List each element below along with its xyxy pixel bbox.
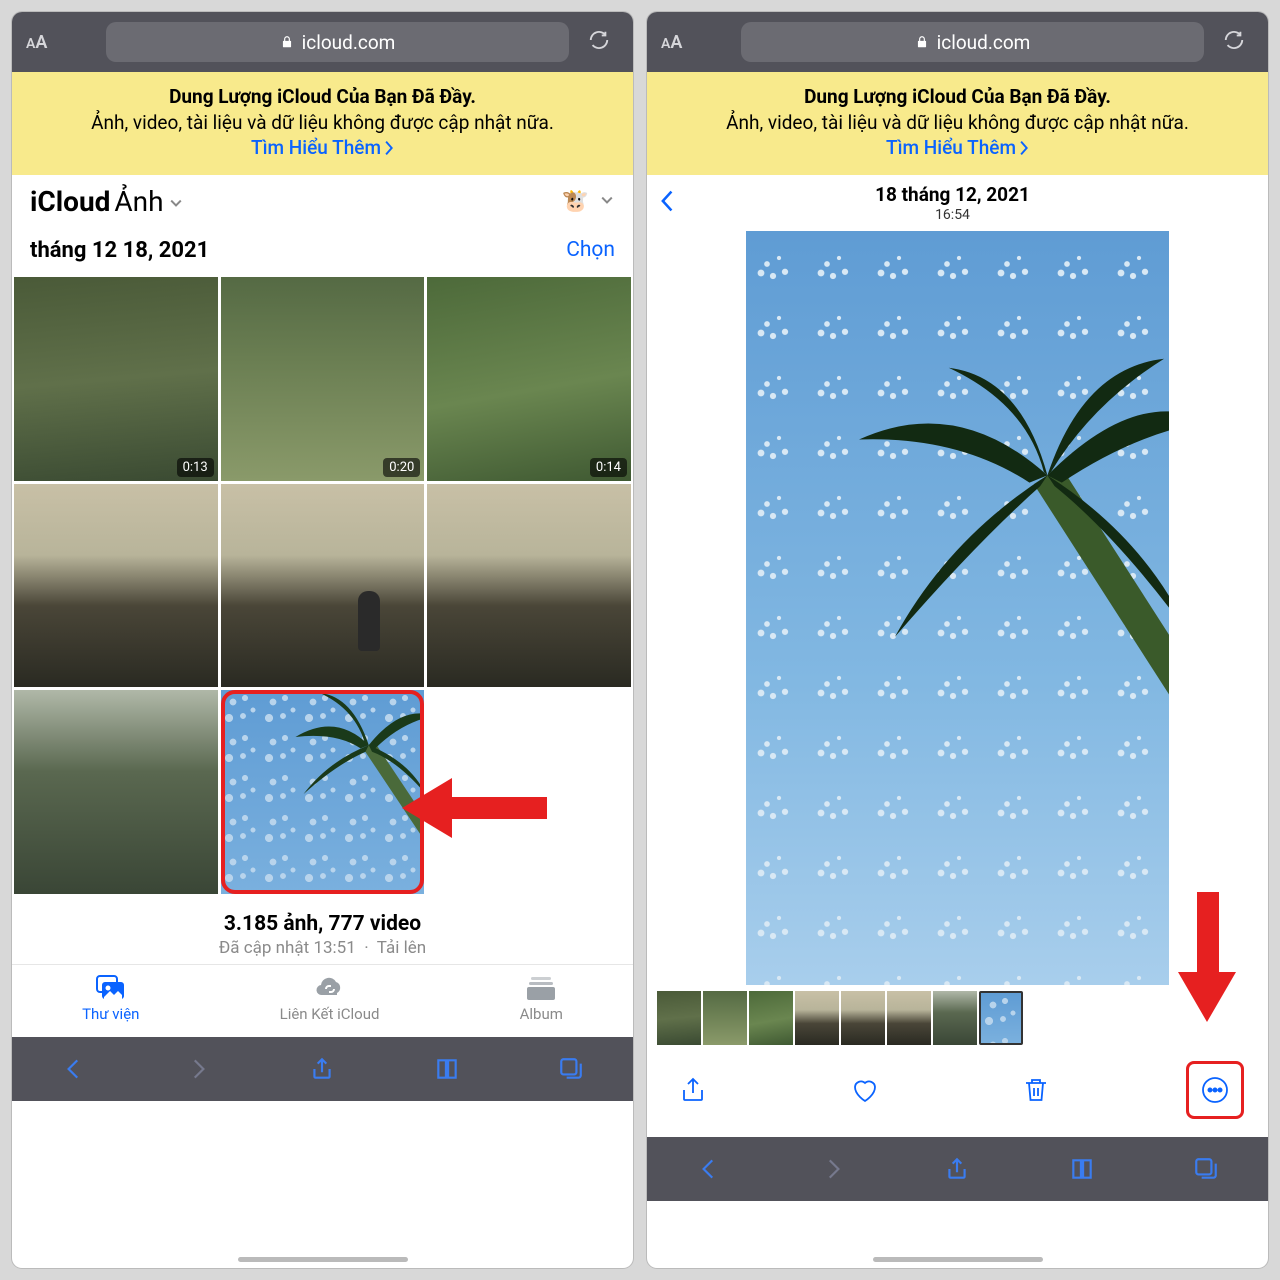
avatar-icon: 🐮 xyxy=(562,189,589,214)
nav-forward-button[interactable] xyxy=(178,1049,218,1089)
photo-thumb[interactable] xyxy=(14,690,218,894)
safari-url-bar: AA icloud.com xyxy=(647,12,1268,72)
filmstrip-thumb[interactable] xyxy=(933,991,977,1045)
banner-title: Dung Lượng iCloud Của Bạn Đã Đầy. xyxy=(667,84,1248,110)
photo-date: 18 tháng 12, 2021 xyxy=(685,183,1220,206)
photo-action-bar xyxy=(647,1047,1268,1137)
photo-thumb[interactable] xyxy=(221,690,425,894)
bookmarks-button[interactable] xyxy=(1062,1149,1102,1189)
lock-icon xyxy=(915,31,929,54)
share-button[interactable] xyxy=(937,1149,977,1189)
home-indicator xyxy=(873,1257,1043,1262)
safari-url-bar: AA icloud.com xyxy=(12,12,633,72)
banner-body: Ảnh, video, tài liệu và dữ liệu không đư… xyxy=(32,110,613,136)
storage-full-banner: Dung Lượng iCloud Của Bạn Đã Đầy. Ảnh, v… xyxy=(647,72,1268,175)
library-title-dropdown[interactable]: iCloud Ảnh xyxy=(30,185,184,218)
filmstrip-thumb[interactable] xyxy=(657,991,701,1045)
url-text: icloud.com xyxy=(302,31,396,54)
date-header-row: tháng 12 18, 2021 Chọn xyxy=(12,228,633,277)
url-field[interactable]: icloud.com xyxy=(741,22,1204,62)
share-button[interactable] xyxy=(671,1068,715,1112)
phone-right: AA icloud.com Dung Lượng iCloud Của Bạn … xyxy=(647,12,1268,1268)
tabs-button[interactable] xyxy=(551,1049,591,1089)
account-switcher[interactable]: 🐮 xyxy=(562,189,615,214)
storage-full-banner: Dung Lượng iCloud Của Bạn Đã Đầy. Ảnh, v… xyxy=(12,72,633,175)
tab-icloud-links[interactable]: Liên Kết iCloud xyxy=(280,975,380,1023)
duration-badge: 0:13 xyxy=(177,458,214,477)
url-text: icloud.com xyxy=(937,31,1031,54)
counts-text: 3.185 ảnh, 777 video xyxy=(22,912,623,936)
photo-thumb[interactable] xyxy=(14,484,218,688)
chevron-down-icon xyxy=(168,185,184,218)
duration-badge: 0:14 xyxy=(590,458,627,477)
learn-more-link[interactable]: Tìm Hiểu Thêm xyxy=(251,135,394,161)
sync-status: Đã cập nhật 13:51 · Tải lên xyxy=(22,938,623,958)
filmstrip-thumb[interactable] xyxy=(841,991,885,1045)
reader-text-size-button[interactable]: AA xyxy=(26,32,96,53)
tab-library[interactable]: Thư viện xyxy=(82,975,139,1023)
filmstrip-thumb-current[interactable] xyxy=(979,991,1023,1045)
lock-icon xyxy=(280,31,294,54)
filmstrip-thumb[interactable] xyxy=(703,991,747,1045)
date-heading: tháng 12 18, 2021 xyxy=(30,238,209,263)
bottom-tab-bar: Thư viện Liên Kết iCloud Album xyxy=(12,964,633,1037)
nav-back-button[interactable] xyxy=(689,1149,729,1189)
filmstrip-thumb[interactable] xyxy=(887,991,931,1045)
photo-viewer[interactable] xyxy=(746,231,1168,985)
tabs-button[interactable] xyxy=(1186,1149,1226,1189)
delete-button[interactable] xyxy=(1014,1068,1058,1112)
filmstrip-thumb[interactable] xyxy=(749,991,793,1045)
photo-thumb[interactable]: 0:13 xyxy=(14,277,218,481)
select-button[interactable]: Chọn xyxy=(566,238,615,262)
tab-albums[interactable]: Album xyxy=(520,975,563,1023)
photo-thumb[interactable]: 0:14 xyxy=(427,277,631,481)
palm-tree-icon xyxy=(850,321,1169,773)
safari-toolbar xyxy=(12,1037,633,1101)
filmstrip-thumb[interactable] xyxy=(795,991,839,1045)
photo-thumb-empty xyxy=(427,690,631,894)
filmstrip xyxy=(647,985,1268,1047)
home-indicator xyxy=(238,1257,408,1262)
photo-thumb[interactable] xyxy=(427,484,631,688)
share-button[interactable] xyxy=(302,1049,342,1089)
selection-highlight xyxy=(1186,1061,1244,1119)
reload-button[interactable] xyxy=(579,29,619,55)
banner-title: Dung Lượng iCloud Của Bạn Đã Đầy. xyxy=(32,84,613,110)
learn-more-link[interactable]: Tìm Hiểu Thêm xyxy=(886,135,1029,161)
chevron-down-icon xyxy=(599,189,615,213)
safari-toolbar xyxy=(647,1137,1268,1201)
bookmarks-button[interactable] xyxy=(427,1049,467,1089)
photo-time: 16:54 xyxy=(685,207,1220,223)
favorite-button[interactable] xyxy=(843,1068,887,1112)
reader-text-size-button[interactable]: AA xyxy=(661,32,731,53)
url-field[interactable]: icloud.com xyxy=(106,22,569,62)
photo-thumb[interactable] xyxy=(221,484,425,688)
banner-body: Ảnh, video, tài liệu và dữ liệu không đư… xyxy=(667,110,1248,136)
reload-button[interactable] xyxy=(1214,29,1254,55)
photo-detail-header: 18 tháng 12, 2021 16:54 xyxy=(647,175,1268,231)
library-counts: 3.185 ảnh, 777 video Đã cập nhật 13:51 ·… xyxy=(12,894,633,964)
phone-left: AA icloud.com Dung Lượng iCloud Của Bạn … xyxy=(12,12,633,1268)
nav-back-button[interactable] xyxy=(54,1049,94,1089)
more-button[interactable] xyxy=(1193,1068,1237,1112)
nav-forward-button[interactable] xyxy=(813,1149,853,1189)
palm-tree-icon xyxy=(271,690,424,843)
photo-thumb[interactable]: 0:20 xyxy=(221,277,425,481)
back-button[interactable] xyxy=(659,189,677,217)
duration-badge: 0:20 xyxy=(383,458,420,477)
app-header: iCloud Ảnh 🐮 xyxy=(12,175,633,228)
photo-grid: 0:13 0:20 0:14 xyxy=(12,277,633,894)
